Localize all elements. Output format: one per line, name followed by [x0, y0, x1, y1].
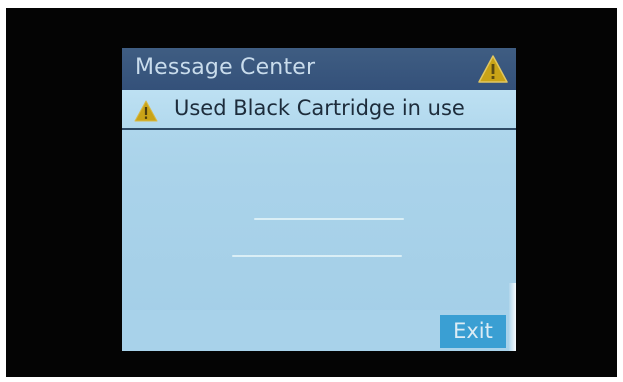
exit-button[interactable]: Exit	[440, 315, 506, 348]
screen-edge-reflection	[509, 283, 516, 351]
warning-triangle-icon[interactable]	[478, 55, 508, 83]
printer-control-panel-screen: Message Center Used Black Cartridge in u…	[122, 48, 516, 351]
message-center-title: Message Center	[135, 55, 316, 80]
bottom-action-bar: Exit	[122, 310, 516, 351]
title-bar: Message Center	[122, 48, 516, 90]
message-list-item[interactable]: Used Black Cartridge in use	[122, 90, 516, 130]
message-list-empty-area	[122, 130, 516, 310]
warning-triangle-icon	[134, 100, 158, 122]
message-text: Used Black Cartridge in use	[174, 96, 465, 120]
screen-glare	[232, 255, 402, 257]
screen-glare	[254, 218, 404, 220]
